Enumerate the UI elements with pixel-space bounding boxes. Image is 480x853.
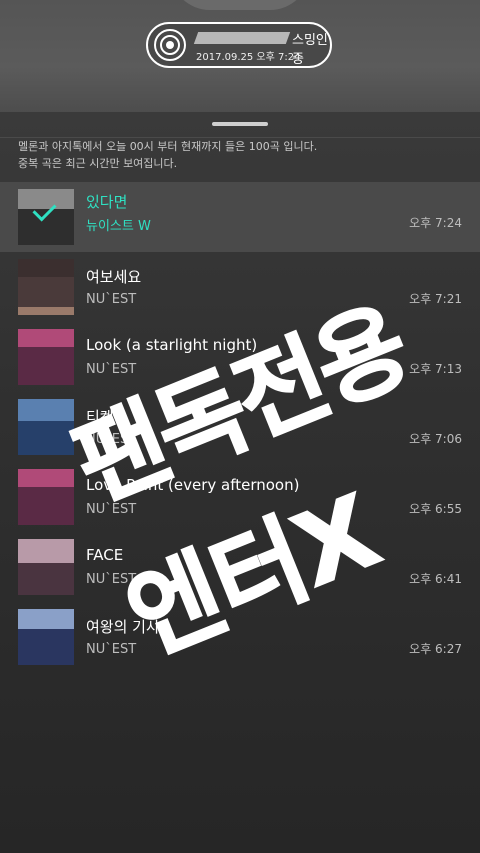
album-thumbnail bbox=[18, 329, 74, 385]
track-artist: NU`EST bbox=[86, 502, 137, 517]
album-thumbnail bbox=[18, 259, 74, 315]
play-time: 오후 7:24 bbox=[409, 216, 462, 230]
play-time: 오후 7:21 bbox=[409, 292, 462, 306]
music-disc-icon bbox=[154, 29, 186, 61]
album-thumbnail bbox=[18, 609, 74, 665]
play-time: 오후 6:55 bbox=[409, 502, 462, 516]
play-time: 오후 7:06 bbox=[409, 432, 462, 446]
notice-text: 멜론과 아지톡에서 오늘 00시 부터 현재까지 들은 100곡 입니다. 중복… bbox=[18, 138, 458, 172]
drag-handle[interactable] bbox=[212, 122, 268, 126]
track-title: 있다면 bbox=[86, 193, 128, 211]
track-title: 티켓 bbox=[86, 408, 114, 426]
redaction-scribble bbox=[193, 32, 291, 44]
top-area: 스밍인증 2017.09.25 오후 7:24 bbox=[0, 0, 480, 112]
track-artist: NU`EST bbox=[86, 432, 137, 447]
play-time: 오후 6:41 bbox=[409, 572, 462, 586]
album-disc-peek bbox=[170, 0, 310, 10]
track-row[interactable]: FACE NU`EST 오후 6:41 bbox=[0, 532, 480, 602]
badge-date: 2017.09.25 오후 7:24 bbox=[196, 52, 301, 63]
album-thumbnail bbox=[18, 189, 74, 245]
track-artist: NU`EST bbox=[86, 572, 137, 587]
track-title: 여보세요 bbox=[86, 268, 142, 286]
history-sheet: 멜론과 아지톡에서 오늘 00시 부터 현재까지 들은 100곡 입니다. 중복… bbox=[0, 112, 480, 853]
track-title: 여왕의 기사 bbox=[86, 618, 160, 636]
track-title: FACE bbox=[86, 546, 124, 564]
streaming-badge: 스밍인증 2017.09.25 오후 7:24 bbox=[146, 22, 332, 68]
track-title: Look (a starlight night) bbox=[86, 336, 258, 354]
track-row[interactable]: 여왕의 기사 NU`EST 오후 6:27 bbox=[0, 602, 480, 672]
track-list: 있다면 뉴이스트 W 오후 7:24 여보세요 NU`EST 오후 7:21 L… bbox=[0, 182, 480, 672]
track-row[interactable]: Look (a starlight night) NU`EST 오후 7:13 bbox=[0, 322, 480, 392]
album-thumbnail bbox=[18, 399, 74, 455]
notice-line-1: 멜론과 아지톡에서 오늘 00시 부터 현재까지 들은 100곡 입니다. bbox=[18, 140, 318, 153]
track-artist: NU`EST bbox=[86, 292, 137, 307]
track-title: Love Paint (every afternoon) bbox=[86, 476, 300, 494]
track-artist: NU`EST bbox=[86, 362, 137, 377]
track-row[interactable]: Love Paint (every afternoon) NU`EST 오후 6… bbox=[0, 462, 480, 532]
track-row[interactable]: 있다면 뉴이스트 W 오후 7:24 bbox=[0, 182, 480, 252]
notice-line-2: 중복 곡은 최근 시간만 보여집니다. bbox=[18, 157, 178, 170]
track-row[interactable]: 티켓 NU`EST 오후 7:06 bbox=[0, 392, 480, 462]
track-row[interactable]: 여보세요 NU`EST 오후 7:21 bbox=[0, 252, 480, 322]
play-time: 오후 6:27 bbox=[409, 642, 462, 656]
track-artist: 뉴이스트 W bbox=[86, 219, 151, 234]
play-time: 오후 7:13 bbox=[409, 362, 462, 376]
album-thumbnail bbox=[18, 539, 74, 595]
album-thumbnail bbox=[18, 469, 74, 525]
track-artist: NU`EST bbox=[86, 642, 137, 657]
